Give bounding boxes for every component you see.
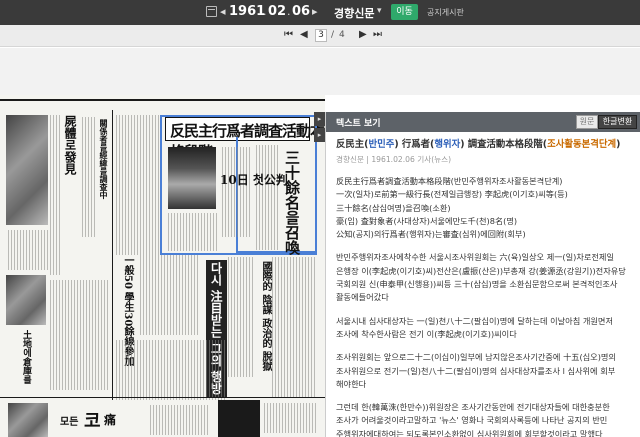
date-toolbar: ◂ 1961 . 02 . 06 ▸ 경향신문 ▾ 이동 공지게시판 — [0, 0, 640, 25]
paragraph-line: 국회의원 신(申泰甲(신행용))씨등 三十(삼십)명을 소환심문함으로써 본격적… — [336, 279, 618, 290]
scan-vertical-headline: 三十餘名을召喚 — [283, 150, 301, 255]
day-value[interactable]: 06 — [292, 4, 310, 19]
scan-photo-left — [6, 115, 48, 225]
newspaper-select[interactable]: 경향신문 — [334, 5, 374, 21]
calendar-icon[interactable] — [206, 6, 217, 17]
paragraph-line: 조사가 어려울것이라고말하고 '뉴스' 영화나 국회의사록등에 나타난 공지의 … — [336, 415, 608, 426]
last-page-icon[interactable]: ⏭ — [373, 29, 382, 40]
article-paragraph-4: 그런데 한(韓萬洙(한만수))위원장은 조사기간동안에 전기대상자들에 대한충분… — [336, 401, 634, 437]
paragraph-line: 은행장 이(李起虎(이기호)씨)전산은(盧振(산은))부총재 강(姜源丞(강원기… — [336, 265, 626, 276]
year-separator: . — [263, 5, 267, 18]
go-button[interactable]: 이동 — [391, 4, 418, 20]
year-value[interactable]: 1961 — [229, 4, 265, 19]
lead-line: 一次(일차)로前第一級行長(전제일급행장) 李起虎(이기호)씨等(등) — [336, 189, 568, 200]
panel-tab-1[interactable]: ▸ — [314, 112, 325, 126]
original-text-button[interactable]: 원문 — [576, 115, 598, 129]
hangul-convert-button[interactable]: 한글변환 — [598, 115, 637, 129]
article-paragraph-2: 서울시내 심사대상자는 一(일)천八十二(팔십이)명에 달하는데 이날아침 개원… — [336, 315, 634, 342]
page-navigation: ⏮ ◀ 3 / 4 ▶ ⏭ — [0, 25, 640, 47]
article-title: 反民主(반민주) 行爲者(행위자) 調査活動本格段階(조사활동본격단계) — [336, 139, 621, 150]
paragraph-line: 조사에 착수한사람은 전기 이(李起虎(이기호))씨이다 — [336, 328, 517, 339]
prev-date-icon[interactable]: ◂ — [220, 5, 226, 18]
page-separator: / — [331, 30, 335, 40]
paragraph-line: 반민주행위자조사에착수한 서울시조사위원회는 六(육)일상오 제一(일)차로전제… — [336, 252, 615, 263]
paragraph-line: 주행위자에대하여는 되도록본인소환없이 심사위원회에 회부할것이라고 말했다 — [336, 428, 603, 437]
next-page-icon[interactable]: ▶ — [359, 29, 367, 40]
lead-line: 公知(공지)의行爲者(행위자)는審査(심위)에回附(회부) — [336, 229, 526, 240]
next-date-icon[interactable]: ▸ — [312, 5, 318, 18]
first-page-icon[interactable]: ⏮ — [284, 29, 293, 40]
article-lead: 反民主行爲者調査活動本格段階(반민주행위자조사활동본격단계) 一次(일차)로前第… — [336, 175, 634, 241]
month-value[interactable]: 02 — [268, 4, 286, 19]
lead-line: 豪(임) 査對象者(사대상자)서울에만도千(천)8名(명) — [336, 215, 518, 226]
page-total: 4 — [339, 30, 345, 40]
month-separator: . — [287, 5, 291, 18]
article-paragraph-1: 반민주행위자조사에착수한 서울시조사위원회는 六(육)일상오 제一(일)차로전제… — [336, 251, 634, 304]
newspaper-scan[interactable]: 屍體로發見 關係者를經緯를調查中 反民主行爲者調査活動本格段階 三十餘名을召喚 … — [0, 95, 325, 437]
paragraph-line: 그런데 한(韓萬洙(한만수))위원장은 조사기간동안에 전기대상자들에 대한충분… — [336, 402, 610, 413]
article-paragraph-3: 조사위원회는 앞으로二十二(이십이)일부에 남지않은조사기간중에 十五(십오)명… — [336, 351, 634, 391]
chevron-down-icon[interactable]: ▾ — [377, 6, 382, 16]
paragraph-line: 조사위원회는 앞으로二十二(이십이)일부에 남지않은조사기간중에 十五(십오)명… — [336, 352, 616, 363]
text-view-panel: 텍스트 보기 원문 한글변환 反民主(반민주) 行爲者(행위자) 調査活動本格段… — [325, 112, 640, 437]
paragraph-line: 해야한다 — [336, 378, 367, 389]
viewer-background — [0, 48, 640, 95]
notice-board-link[interactable]: 공지게시판 — [427, 7, 464, 18]
article-body: 反民主(반민주) 行爲者(행위자) 調査活動本格段階(조사활동본격단계) 경향신… — [336, 138, 634, 437]
paragraph-line: 활동에들어갔다 — [336, 292, 389, 303]
lead-line: 反民主行爲者調査活動本格段階(반민주행위자조사활동본격단계) — [336, 176, 563, 186]
prev-page-icon[interactable]: ◀ — [300, 29, 308, 40]
paragraph-line: 서울시내 심사대상자는 一(일)천八十二(팔십이)명에 달하는데 이날아침 개원… — [336, 315, 613, 326]
panel-tab-2[interactable]: ▸ — [314, 128, 325, 142]
scan-photo-portrait — [168, 147, 216, 209]
lead-line: 三十餘名(삼십여명)을召喚(소환) — [336, 202, 451, 213]
text-view-title: 텍스트 보기 — [336, 119, 381, 129]
paragraph-line: 조사위원으로 전기一(일)천八十二(팔십이)명의 심사대상자를조사 l 심사위에… — [336, 365, 616, 376]
page-number-input[interactable]: 3 — [315, 29, 327, 42]
scan-subhead: 10日 첫公判 — [220, 173, 288, 187]
text-view-header: 텍스트 보기 원문 한글변환 — [326, 112, 640, 132]
article-meta: 경향신문 | 1961.02.06 기사(뉴스) — [336, 155, 452, 164]
